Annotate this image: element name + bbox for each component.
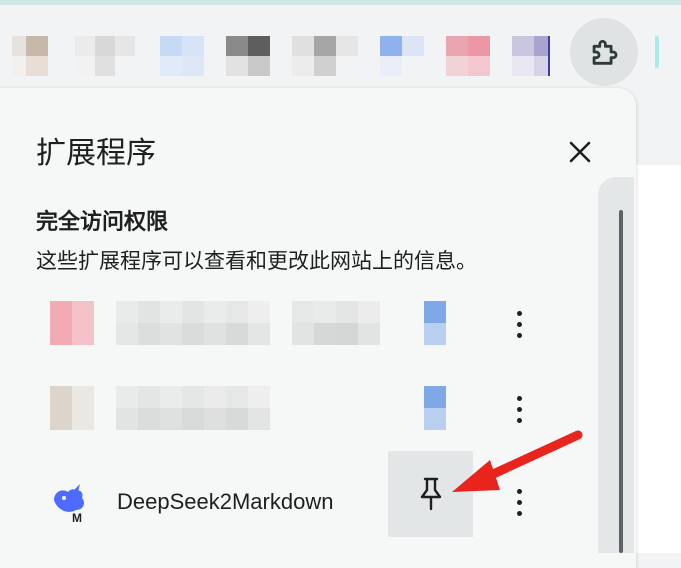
svg-text:M: M (72, 511, 82, 524)
extension-name: DeepSeek2Markdown (117, 489, 334, 514)
scrollbar-track[interactable] (598, 177, 634, 553)
pin-extension-button[interactable] (388, 451, 473, 537)
pin-icon (420, 477, 441, 511)
more-options-button[interactable] (504, 482, 534, 522)
extension-row[interactable] (36, 379, 556, 439)
section-title: 完全访问权限 (36, 209, 169, 234)
puzzle-piece-icon (592, 40, 618, 65)
extension-row-deepseek2markdown[interactable]: M DeepSeek2Markdown (36, 451, 556, 537)
deepseek-whale-icon: M (54, 484, 84, 524)
extensions-menu-panel: 扩展程序 完全访问权限 这些扩展程序可以查看和更改此网站上的信息。 M Deep… (0, 88, 636, 568)
section-description: 这些扩展程序可以查看和更改此网站上的信息。 (36, 250, 477, 273)
more-options-button[interactable] (504, 304, 534, 344)
close-button[interactable] (560, 132, 600, 172)
close-icon (569, 141, 591, 163)
more-vert-icon (516, 488, 522, 494)
scrollbar-thumb[interactable] (619, 210, 623, 553)
extensions-toolbar-button[interactable] (570, 18, 638, 86)
page-background (636, 165, 681, 553)
panel-title: 扩展程序 (36, 137, 156, 170)
more-vert-icon (516, 310, 522, 316)
extension-row[interactable] (36, 294, 556, 354)
toolbar-edge-indicator (655, 36, 659, 68)
more-vert-icon (516, 395, 522, 401)
more-options-button[interactable] (504, 389, 534, 429)
